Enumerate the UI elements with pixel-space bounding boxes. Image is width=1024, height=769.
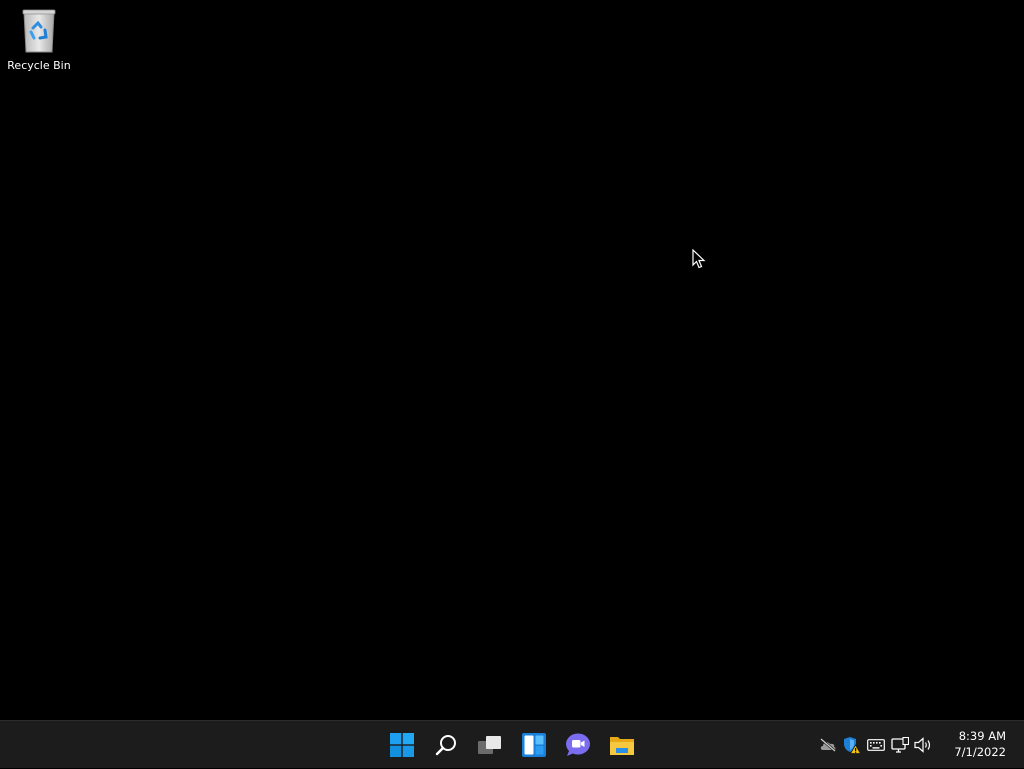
security-warning-icon xyxy=(844,737,861,754)
taskbar-clock[interactable]: 8:39 AM 7/1/2022 xyxy=(954,728,1006,760)
input-indicator-button[interactable] xyxy=(864,731,888,759)
mouse-pointer-icon xyxy=(692,249,706,269)
keyboard-icon xyxy=(867,739,885,751)
taskbar-pinned-apps xyxy=(380,721,644,769)
file-explorer-icon xyxy=(610,737,634,755)
security-tray-button[interactable] xyxy=(840,731,864,759)
onedrive-offline-icon xyxy=(820,738,836,752)
widgets-icon xyxy=(522,733,546,757)
search-button[interactable] xyxy=(424,725,468,765)
recycle-bin-label: Recycle Bin xyxy=(7,59,71,72)
desktop[interactable]: Recycle Bin xyxy=(0,0,1024,720)
chat-icon xyxy=(566,733,590,756)
widgets-button[interactable] xyxy=(512,725,556,765)
clock-time: 8:39 AM xyxy=(958,729,1006,743)
windows-start-icon xyxy=(390,733,414,757)
task-view-button[interactable] xyxy=(468,725,512,765)
onedrive-tray-button[interactable] xyxy=(816,731,840,759)
start-button[interactable] xyxy=(380,725,424,765)
taskbar: 8:39 AM 7/1/2022 xyxy=(0,720,1024,768)
task-view-icon xyxy=(478,736,501,754)
clock-date: 7/1/2022 xyxy=(954,745,1006,759)
file-explorer-button[interactable] xyxy=(600,725,644,765)
network-icon xyxy=(891,737,909,753)
system-tray xyxy=(816,721,936,769)
volume-tray-button[interactable] xyxy=(912,731,936,759)
recycle-bin-shortcut[interactable]: Recycle Bin xyxy=(4,6,74,76)
volume-icon xyxy=(914,737,931,753)
recycle-bin-icon xyxy=(22,9,56,53)
network-tray-button[interactable] xyxy=(888,731,912,759)
chat-button[interactable] xyxy=(556,725,600,765)
search-icon xyxy=(435,735,456,756)
